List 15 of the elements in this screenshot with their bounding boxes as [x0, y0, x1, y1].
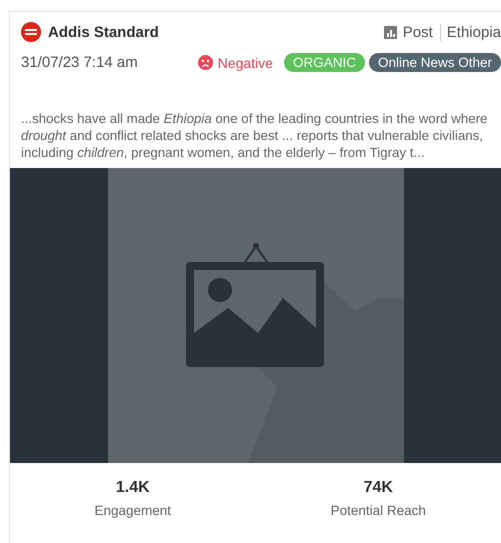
post-excerpt: ...shocks have all made Ethiopia one of the leading countries in the word where drought and conflict related shocks are best ... reports that vulnerable civilians, including children, pregnant women, and the elderly – from Tigray t...: [21, 110, 488, 161]
sentiment-label: Negative: [198, 54, 273, 70]
stat-label: Engagement: [94, 503, 172, 518]
source-name: Addis Standard: [48, 24, 160, 40]
stat-value: 1.4K: [116, 479, 150, 497]
tag: Online News Other: [368, 53, 501, 72]
logo-icon: [21, 22, 41, 42]
post-date: 31/07/23 7:14 am: [21, 54, 139, 71]
post-type: Post: [402, 24, 441, 40]
tag: ORGANIC: [284, 53, 365, 72]
stat-value: 74K: [364, 479, 393, 497]
chart-icon: [384, 26, 397, 38]
country: Ethiopia: [446, 24, 501, 40]
sad-face-icon: [198, 55, 213, 70]
stat-label: Potential Reach: [330, 503, 426, 518]
